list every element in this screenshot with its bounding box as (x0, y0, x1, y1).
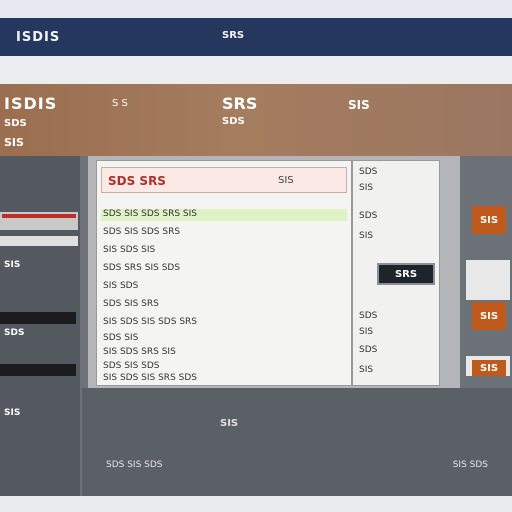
detail-panel: SDS SIS SDS SIS SRS SDS SIS SDS SIS (352, 160, 440, 386)
detail-row: SIS (359, 365, 374, 375)
header-title-right: SIS (348, 98, 370, 112)
document-row: SIS SDS SIS SRS SDS (103, 373, 197, 383)
sidebar-red-bar (2, 214, 76, 218)
document-header-aux: SIS (278, 175, 294, 186)
document-row: SDS SIS SRS (103, 299, 159, 309)
detail-row: SDS (359, 345, 378, 355)
document-row: SDS SIS SDS (103, 361, 160, 371)
document-row: SDS SIS (103, 333, 139, 343)
sidebar-dark-bar (0, 364, 76, 376)
detail-row: SDS (359, 211, 378, 221)
toolbar-strip (0, 56, 512, 84)
document-row: SDS SIS SDS SRS SIS (103, 209, 197, 219)
footer-right-text: SIS SDS (452, 460, 488, 470)
header-left-line3: SIS (4, 136, 24, 149)
header-title-center: SRS (222, 94, 258, 113)
detail-row: SIS (359, 231, 374, 241)
header-title-center-sub: SDS (222, 116, 245, 127)
document-row: SIS SDS SIS SDS SRS (103, 317, 197, 327)
status-badge[interactable]: SIS (472, 360, 506, 376)
nav-center-link[interactable]: SRS (222, 30, 244, 41)
bottom-bar (0, 496, 512, 512)
header-title-left: ISDIS (4, 94, 58, 113)
app-brand[interactable]: ISDIS (16, 30, 60, 45)
sidebar-dark-bar (0, 312, 76, 324)
header-left-line2: SDS (4, 118, 27, 129)
footer-left-text: SDS SIS SDS (106, 460, 163, 470)
document-header: SDS SRS SIS (101, 167, 347, 193)
document-row: SIS SDS (103, 281, 139, 291)
lower-panel-text: SIS (220, 418, 239, 429)
top-navbar: ISDIS SRS (0, 18, 512, 56)
document-row: SDS SRS SIS SDS (103, 263, 181, 273)
sidebar-item-label[interactable]: SDS (4, 328, 24, 338)
document-title: SDS SRS (108, 174, 166, 188)
detail-row: SIS (359, 183, 374, 193)
detail-row: SIS (359, 327, 374, 337)
document-row: SDS SIS SDS SRS (103, 227, 181, 237)
status-badge[interactable]: SIS (472, 206, 506, 234)
right-sidebar-panel (466, 260, 510, 300)
window-titlebar (0, 0, 512, 18)
lower-panel: SIS (82, 388, 512, 496)
document-pane: SDS SRS SIS SDS SIS SDS SRS SIS SDS SIS … (96, 160, 352, 386)
sidebar-item-label[interactable]: SIS (4, 408, 20, 418)
sidebar-item-label[interactable]: SIS (4, 260, 20, 270)
status-badge[interactable]: SIS (472, 302, 506, 330)
page-header: ISDIS S S SDS SIS SRS SDS SIS (0, 84, 512, 156)
sidebar-item[interactable] (0, 236, 78, 246)
left-sidebar: SIS SDS SIS (0, 156, 80, 496)
document-row: SIS SDS SRS SIS (103, 347, 176, 357)
detail-row: SDS (359, 167, 378, 177)
action-button[interactable]: SRS (377, 263, 435, 285)
detail-row: SDS (359, 311, 378, 321)
header-title-left-sub: S S (112, 98, 128, 109)
footer: SDS SIS SDS SIS SDS (82, 460, 512, 474)
document-row: SIS SDS SIS (103, 245, 156, 255)
